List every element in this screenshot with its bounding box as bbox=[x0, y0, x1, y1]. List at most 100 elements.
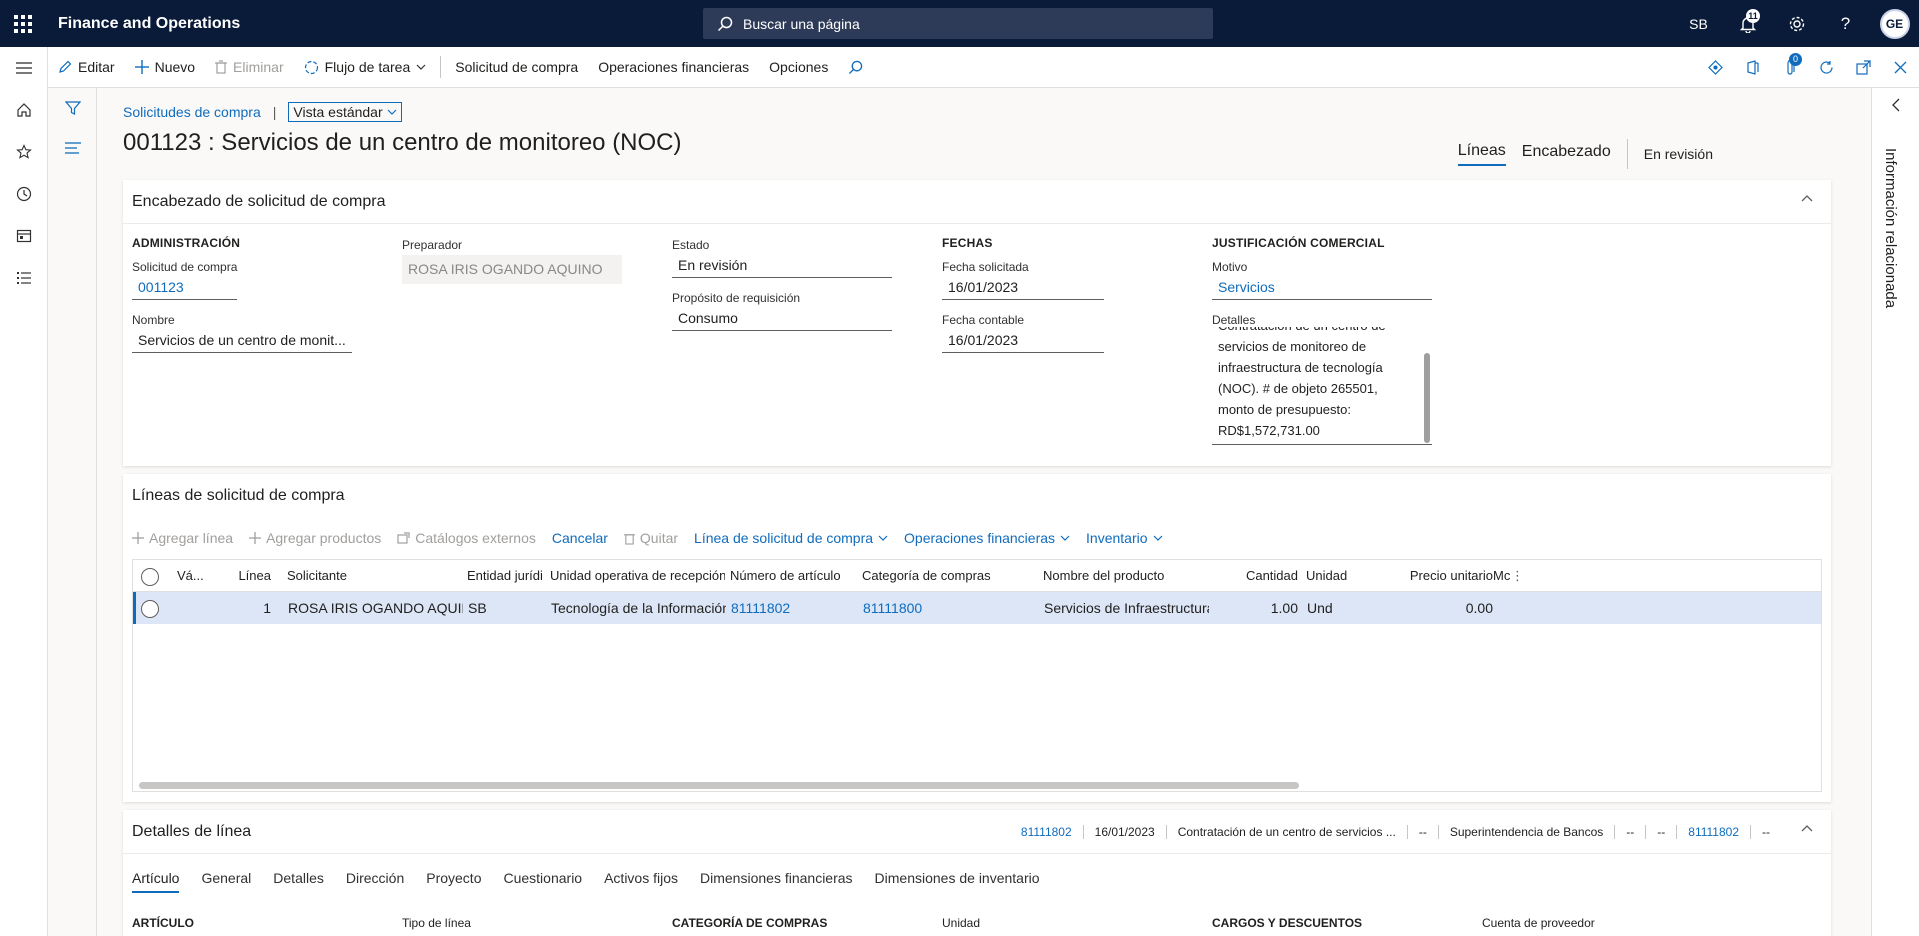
breadcrumb-link[interactable]: Solicitudes de compra bbox=[123, 104, 261, 120]
inventory-button[interactable]: Inventario bbox=[1086, 530, 1162, 546]
hamburger-menu-button[interactable] bbox=[0, 47, 48, 89]
details-line: servicios de monitoreo de bbox=[1218, 339, 1367, 354]
new-button[interactable]: Nuevo bbox=[125, 47, 205, 88]
col-quantity[interactable]: Cantidad bbox=[1213, 560, 1298, 592]
tab-fixed-assets[interactable]: Activos fijos bbox=[604, 870, 678, 893]
header-panel-title: Encabezado de solicitud de compra bbox=[132, 192, 386, 210]
search-input[interactable]: Buscar una página bbox=[703, 8, 1213, 39]
admin-group-title: ADMINISTRACIÓN bbox=[132, 236, 241, 250]
tab-details[interactable]: Detalles bbox=[273, 870, 324, 893]
table-row[interactable]: 1 ROSA IRIS OGANDO AQUINO SB Tecnología … bbox=[133, 592, 1821, 624]
col-valid[interactable]: Vá... bbox=[177, 560, 217, 592]
tab-lines[interactable]: Líneas bbox=[1457, 142, 1506, 166]
column-options-icon[interactable]: ⋮ bbox=[1511, 560, 1521, 592]
cell-item-number[interactable]: 81111802 bbox=[731, 592, 856, 624]
delete-button[interactable]: Eliminar bbox=[205, 47, 294, 88]
status-field[interactable]: En revisión bbox=[672, 252, 892, 278]
help-button[interactable]: ? bbox=[1821, 0, 1870, 47]
refresh-button[interactable] bbox=[1808, 47, 1845, 88]
col-procurement-category[interactable]: Categoría de compras bbox=[862, 560, 1032, 592]
line-menu-button[interactable]: Línea de solicitud de compra bbox=[694, 530, 888, 546]
select-all-radio[interactable] bbox=[141, 568, 159, 586]
details-line: RD$1,572,731.00 bbox=[1218, 423, 1320, 438]
cancel-button[interactable]: Cancelar bbox=[552, 530, 608, 546]
notifications-button[interactable]: 11 bbox=[1723, 0, 1772, 47]
workflow-button[interactable]: Flujo de tarea bbox=[294, 47, 437, 88]
power-apps-button[interactable] bbox=[1697, 47, 1734, 88]
line-details-summary: 81111802 16/01/2023 Contratación de un c… bbox=[1010, 810, 1781, 854]
remove-button[interactable]: Quitar bbox=[623, 530, 678, 546]
open-new-window-button[interactable] bbox=[1845, 47, 1882, 88]
company-picker[interactable]: SB bbox=[1674, 0, 1723, 47]
tab-financial-operations[interactable]: Operaciones financieras bbox=[588, 47, 759, 88]
tab-questionnaire[interactable]: Cuestionario bbox=[503, 870, 582, 893]
filter-button[interactable] bbox=[48, 88, 97, 128]
user-menu[interactable]: GE bbox=[1870, 0, 1919, 47]
tab-project[interactable]: Proyecto bbox=[426, 870, 481, 893]
reason-field[interactable]: Servicios bbox=[1212, 274, 1432, 300]
action-search-button[interactable] bbox=[838, 47, 879, 88]
header-panel-title-bar[interactable]: Encabezado de solicitud de compra bbox=[123, 180, 1831, 224]
home-button[interactable] bbox=[0, 89, 48, 131]
tab-header[interactable]: Encabezado bbox=[1522, 143, 1611, 165]
external-catalogs-button[interactable]: Catálogos externos bbox=[397, 530, 536, 546]
tab-address[interactable]: Dirección bbox=[346, 870, 404, 893]
name-field[interactable]: Servicios de un centro de monit... bbox=[132, 327, 352, 353]
lines-financial-ops-button[interactable]: Operaciones financieras bbox=[904, 530, 1070, 546]
add-products-button[interactable]: Agregar productos bbox=[249, 530, 381, 546]
col-requester[interactable]: Solicitante bbox=[287, 560, 457, 592]
delete-label: Eliminar bbox=[233, 59, 284, 75]
accounting-date-field[interactable]: 16/01/2023 bbox=[942, 327, 1104, 353]
chevron-left-icon[interactable] bbox=[1872, 98, 1919, 118]
recent-button[interactable] bbox=[0, 173, 48, 215]
row-select-radio[interactable] bbox=[141, 600, 159, 618]
chevron-up-icon[interactable] bbox=[1801, 194, 1813, 202]
col-legal-entity[interactable]: Entidad jurídic... bbox=[467, 560, 543, 592]
add-line-button[interactable]: Agregar línea bbox=[132, 530, 233, 546]
tab-inventory-dimensions[interactable]: Dimensiones de inventario bbox=[875, 870, 1040, 893]
summary-item-link[interactable]: 81111802 bbox=[1677, 825, 1751, 839]
line-details-title-bar[interactable]: Detalles de línea 81111802 16/01/2023 Co… bbox=[123, 810, 1831, 854]
req-number-field[interactable]: 001123 bbox=[132, 274, 237, 300]
modules-button[interactable] bbox=[0, 257, 48, 299]
workspaces-button[interactable] bbox=[0, 215, 48, 257]
related-info-pane[interactable]: Información relacionada bbox=[1871, 88, 1919, 936]
col-product-name[interactable]: Nombre del producto bbox=[1043, 560, 1213, 592]
diamond-icon bbox=[1708, 60, 1723, 75]
app-launcher-button[interactable] bbox=[0, 0, 46, 47]
col-receiving-unit[interactable]: Unidad operativa de recepción bbox=[550, 560, 725, 592]
col-line[interactable]: Línea bbox=[233, 560, 271, 592]
list-panel-button[interactable] bbox=[48, 128, 97, 168]
app-title[interactable]: Finance and Operations bbox=[58, 15, 240, 33]
summary-item-number[interactable]: 81111802 bbox=[1010, 825, 1084, 839]
purpose-field[interactable]: Consumo bbox=[672, 305, 892, 331]
close-button[interactable] bbox=[1882, 47, 1919, 88]
attachments-button[interactable]: 0 bbox=[1771, 47, 1808, 88]
inventory-label: Inventario bbox=[1086, 530, 1148, 546]
tab-purchase-requisition[interactable]: Solicitud de compra bbox=[445, 47, 588, 88]
col-item-number[interactable]: Número de artículo bbox=[730, 560, 855, 592]
edit-button[interactable]: Editar bbox=[48, 47, 125, 88]
tab-options[interactable]: Opciones bbox=[759, 47, 838, 88]
office-button[interactable] bbox=[1734, 47, 1771, 88]
hamburger-icon bbox=[16, 62, 32, 74]
header-panel: Encabezado de solicitud de compra ADMINI… bbox=[123, 180, 1831, 466]
settings-button[interactable] bbox=[1772, 0, 1821, 47]
details-scrollbar[interactable] bbox=[1424, 353, 1430, 443]
tab-general[interactable]: General bbox=[201, 870, 251, 893]
grid-horizontal-scrollbar[interactable] bbox=[139, 782, 1299, 789]
line-menu-label: Línea de solicitud de compra bbox=[694, 530, 874, 546]
col-unit-price[interactable]: Precio unitario bbox=[1373, 560, 1493, 592]
tab-financial-dimensions[interactable]: Dimensiones financieras bbox=[700, 870, 853, 893]
details-textarea[interactable]: Contratación de un centro de servicios d… bbox=[1212, 327, 1432, 445]
requested-date-field[interactable]: 16/01/2023 bbox=[942, 274, 1104, 300]
tab-article[interactable]: Artículo bbox=[132, 870, 180, 893]
col-more[interactable]: Mc bbox=[1493, 560, 1513, 592]
cell-procurement-category[interactable]: 81111800 bbox=[863, 592, 1033, 624]
view-selector[interactable]: Vista estándar bbox=[288, 102, 402, 122]
chevron-up-icon[interactable] bbox=[1801, 824, 1813, 832]
lines-toolbar: Agregar línea Agregar productos Catálogo… bbox=[132, 526, 1179, 550]
favorites-button[interactable] bbox=[0, 131, 48, 173]
search-icon bbox=[717, 16, 733, 31]
col-unit[interactable]: Unidad bbox=[1306, 560, 1366, 592]
